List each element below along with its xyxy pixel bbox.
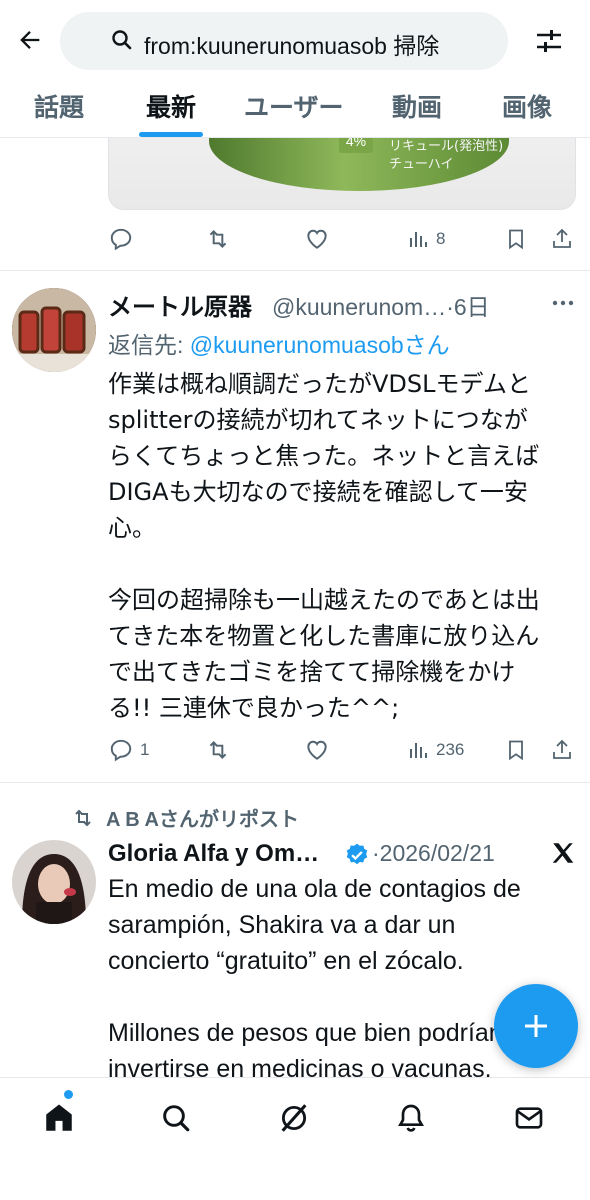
- tab-people[interactable]: ユーザー: [244, 88, 344, 124]
- search-tabs: 話題 最新 ユーザー 動画 画像: [0, 80, 590, 138]
- notifications-icon: [398, 1104, 424, 1132]
- active-tab-indicator: [139, 132, 203, 137]
- views-count: 8: [436, 229, 446, 248]
- repost-context-text: A B Aさんがリポスト: [106, 809, 299, 831]
- author-handle-time[interactable]: @kuunerunom…·6日: [272, 288, 490, 322]
- author-name[interactable]: Gloria Alfa y Om…: [108, 840, 319, 868]
- search-input[interactable]: from:kuunerunomuasob 掃除: [60, 12, 508, 70]
- tweet-actions: 8: [108, 222, 574, 256]
- can-label-2: チューハイ: [389, 157, 454, 172]
- repost-button[interactable]: [204, 733, 232, 767]
- nav-notifications[interactable]: [389, 1096, 433, 1140]
- back-button[interactable]: [12, 22, 48, 58]
- grok-icon: [281, 1104, 307, 1132]
- tweet-divider: [0, 782, 590, 783]
- repost-context[interactable]: A B Aさんがリポスト: [70, 803, 299, 832]
- reply-button[interactable]: [108, 222, 134, 256]
- bookmark-button[interactable]: [504, 222, 528, 256]
- author-name[interactable]: メートル原器: [108, 287, 252, 322]
- explore-icon: [163, 1105, 190, 1132]
- home-notification-dot: [64, 1090, 73, 1099]
- like-button[interactable]: [304, 733, 330, 767]
- x-logo-icon: [552, 843, 574, 863]
- reply-to-mention[interactable]: @kuunerunomuasobさん: [190, 332, 450, 358]
- steak-avatar-image: [12, 288, 96, 372]
- repost-icon: [75, 809, 91, 826]
- filter-icon: [537, 30, 561, 52]
- like-icon: [307, 229, 327, 249]
- repost-icon: [209, 230, 227, 248]
- avatar[interactable]: [12, 840, 96, 924]
- search-query: from:kuunerunomuasob 掃除: [144, 33, 440, 59]
- tweet-date[interactable]: ·2026/02/21: [372, 840, 495, 867]
- more-button[interactable]: [552, 294, 582, 314]
- tab-images[interactable]: 画像: [502, 88, 552, 124]
- like-icon: [307, 740, 327, 760]
- verified-icon: [346, 843, 368, 865]
- back-arrow-icon: [20, 31, 40, 49]
- bottom-navigation: [0, 1077, 590, 1200]
- reply-to-line: 返信先: @kuunerunomuasobさん: [108, 326, 450, 360]
- nav-grok[interactable]: [272, 1096, 316, 1140]
- tab-videos[interactable]: 動画: [392, 88, 442, 124]
- nav-explore[interactable]: [154, 1096, 198, 1140]
- bookmark-icon: [509, 740, 523, 761]
- reply-to-prefix: 返信先:: [108, 332, 190, 358]
- reply-icon: [110, 228, 132, 251]
- reply-icon: [110, 739, 132, 762]
- views-button[interactable]: 236: [406, 733, 464, 767]
- reply-button[interactable]: 1: [108, 733, 149, 767]
- repost-button[interactable]: [204, 222, 232, 256]
- like-button[interactable]: [304, 222, 330, 256]
- tab-latest[interactable]: 最新: [146, 88, 196, 124]
- search-filter-button[interactable]: [530, 22, 568, 60]
- repost-icon: [209, 741, 227, 759]
- bookmark-button[interactable]: [504, 733, 528, 767]
- tweet-actions: 1 236: [108, 733, 574, 767]
- views-icon: [410, 232, 427, 247]
- tweet-divider: [0, 270, 590, 271]
- views-count: 236: [436, 740, 465, 759]
- nav-home[interactable]: [37, 1096, 81, 1140]
- tab-top[interactable]: 話題: [34, 88, 84, 124]
- share-button[interactable]: [550, 733, 574, 767]
- bookmark-icon: [509, 229, 523, 250]
- compose-plus-icon: [525, 1015, 547, 1037]
- views-button[interactable]: 8: [406, 222, 445, 256]
- messages-icon: [515, 1107, 543, 1129]
- nav-messages[interactable]: [507, 1096, 551, 1140]
- reply-count: 1: [140, 740, 150, 759]
- views-icon: [410, 743, 427, 758]
- share-icon: [553, 739, 571, 759]
- home-icon: [46, 1104, 72, 1131]
- more-icon: [552, 300, 574, 306]
- share-button[interactable]: [550, 222, 574, 256]
- portrait-avatar-image: [12, 840, 96, 924]
- search-icon: [112, 30, 132, 50]
- top-bar: from:kuunerunomuasob 掃除 話題 最新 ユーザー 動画 画像: [0, 0, 590, 138]
- avatar[interactable]: [12, 288, 96, 372]
- compose-button[interactable]: [494, 984, 578, 1068]
- tweet-text: 作業は概ね順調だったがVDSLモデムと splitterの接続が切れてネットにつ…: [108, 370, 540, 722]
- share-icon: [553, 228, 571, 248]
